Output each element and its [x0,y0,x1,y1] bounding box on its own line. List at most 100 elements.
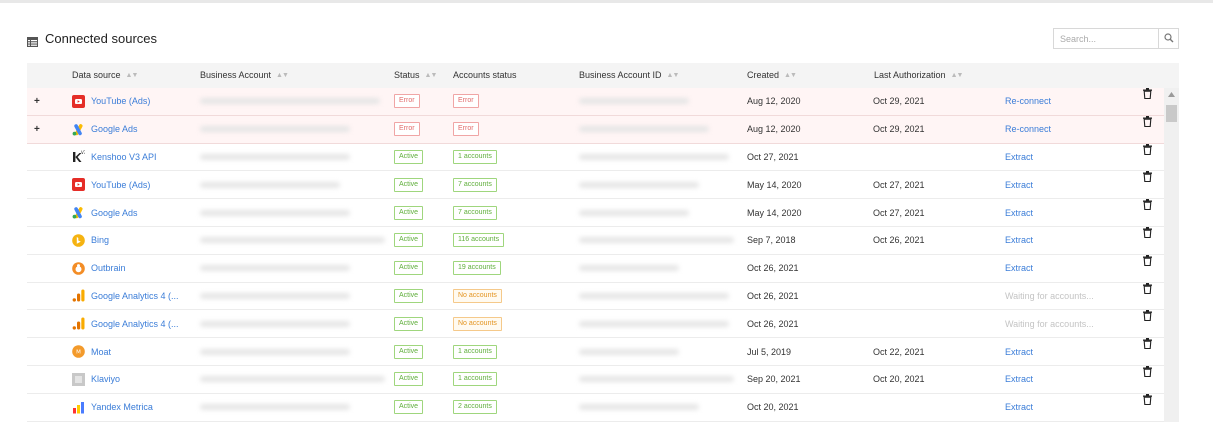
trash-icon[interactable] [1142,393,1153,405]
search-input[interactable] [1054,29,1158,48]
data-source-cell[interactable]: Outbrain [72,255,126,282]
scroll-up-arrow-icon[interactable] [1164,88,1179,101]
trash-icon[interactable] [1142,365,1153,377]
data-source-cell[interactable]: YouTube (Ads) [72,171,150,198]
data-source-cell[interactable]: YouTube (Ads) [72,88,150,115]
data-source-link[interactable]: Moat [91,347,111,357]
klaviyo-icon [72,372,85,386]
accounts-status-cell: 1 accounts [453,144,497,171]
data-source-link[interactable]: Yandex Metrica [91,402,153,412]
status-cell: Active [394,199,424,226]
status-cell: Active [394,171,424,198]
data-source-link[interactable]: Outbrain [91,263,126,273]
data-source-cell[interactable]: Google Ads [72,199,138,226]
business-account-cell [200,310,350,337]
created-date: Oct 26, 2021 [747,290,799,301]
business-account-cell [200,283,350,310]
business-account-cell [200,338,350,365]
status-badge: Active [394,233,424,248]
status-badge: Active [394,261,424,276]
yandex-metrica-icon [72,401,85,414]
row-action-link[interactable]: Extract [1005,227,1033,254]
data-source-cell[interactable]: V3 Kenshoo V3 API [72,144,157,171]
row-action-link[interactable]: Extract [1005,394,1033,421]
row-action-link[interactable]: Extract [1005,171,1033,198]
trash-icon[interactable] [1142,226,1153,238]
expand-row-icon[interactable]: + [34,88,40,115]
table-row: Google Analytics 4 (... Active No accounts… [27,310,1179,339]
accounts-status-cell: 116 accounts [453,227,505,254]
accounts-status-badge: No accounts [453,288,502,303]
trash-icon[interactable] [1142,171,1153,183]
accounts-status-badge: 1 accounts [453,149,497,164]
data-source-cell[interactable]: Google Analytics 4 (... [72,283,179,310]
created-date: May 14, 2020 [747,179,802,190]
accounts-status-badge: Error [453,94,479,109]
row-action-link[interactable]: Re-connect [1005,88,1051,115]
bing-icon [72,234,85,247]
data-source-cell[interactable]: Yandex Metrica [72,394,153,421]
svg-text:M: M [76,350,81,356]
data-source-cell[interactable]: Google Analytics 4 (... [72,310,179,337]
outbrain-icon [72,261,85,275]
data-source-link[interactable]: Google Analytics 4 (... [91,319,179,329]
column-created[interactable]: Created ▲▼ [747,63,797,88]
data-source-cell[interactable]: Google Ads [72,116,138,143]
sort-icon: ▲▼ [424,72,438,79]
trash-icon[interactable] [1142,282,1153,294]
waiting-status: Waiting for accounts... [1005,318,1094,329]
data-source-link[interactable]: Google Ads [91,124,138,134]
data-source-link[interactable]: Bing [91,235,109,245]
trash-icon[interactable] [1142,115,1153,127]
data-source-cell[interactable]: M Moat [72,338,111,365]
row-action-link[interactable]: Extract [1005,199,1033,226]
created-date: Oct 20, 2021 [747,402,799,413]
accounts-status-cell: 1 accounts [453,338,497,365]
sources-table: Data source ▲▼ Business Account ▲▼ Status ▲… [27,63,1179,422]
trash-icon[interactable] [1142,338,1153,350]
row-action-link[interactable]: Extract [1005,366,1033,393]
accounts-status-cell: Error [453,88,479,115]
trash-icon[interactable] [1142,310,1153,322]
column-business-account-id[interactable]: Business Account ID ▲▼ [579,63,679,88]
trash-icon[interactable] [1142,254,1153,266]
data-source-link[interactable]: Kenshoo V3 API [91,152,157,162]
data-source-link[interactable]: Klaviyo [91,374,120,384]
trash-icon[interactable] [1142,199,1153,211]
data-source-link[interactable]: Google Ads [91,208,138,218]
last-authorization-date: Oct 27, 2021 [873,207,925,218]
table-row: + YouTube (Ads) Error Error Aug 12, 2020 Oct … [27,88,1179,116]
status-cell: Active [394,338,424,365]
row-action-link[interactable]: Extract [1005,255,1033,282]
created-date: Aug 12, 2020 [747,96,801,107]
expand-row-icon[interactable]: + [34,116,40,143]
column-data-source[interactable]: Data source ▲▼ [72,63,138,88]
accounts-status-badge: 19 accounts [453,261,501,276]
business-account-cell [200,199,350,226]
table-row: + Google Ads Error Error Aug 12, 2020 Oct 29,… [27,115,1179,144]
trash-icon[interactable] [1142,143,1153,155]
row-action-link[interactable]: Extract [1005,338,1033,365]
column-last-authorization[interactable]: Last Authorization ▲▼ [874,63,963,88]
column-business-account[interactable]: Business Account ▲▼ [200,63,289,88]
data-source-link[interactable]: YouTube (Ads) [91,96,150,106]
status-badge: Active [394,316,424,331]
trash-icon[interactable] [1142,88,1153,99]
data-source-cell[interactable]: Bing [72,227,109,254]
status-badge: Active [394,344,424,359]
accounts-status-badge: 2 accounts [453,400,497,415]
column-status[interactable]: Status ▲▼ [394,63,438,88]
scrollbar-thumb[interactable] [1166,105,1177,122]
status-badge: Active [394,177,424,192]
vertical-scrollbar[interactable] [1164,88,1179,422]
data-source-cell[interactable]: Klaviyo [72,366,120,393]
data-source-link[interactable]: Google Analytics 4 (... [91,291,179,301]
accounts-status-badge: 7 accounts [453,177,497,192]
search-box [1053,28,1179,49]
table-row: Google Analytics 4 (... Active No accounts… [27,282,1179,311]
search-button[interactable] [1158,29,1178,48]
row-action-link[interactable]: Re-connect [1005,116,1051,143]
data-source-link[interactable]: YouTube (Ads) [91,180,150,190]
accounts-status-cell: 7 accounts [453,199,497,226]
row-action-link[interactable]: Extract [1005,144,1033,171]
